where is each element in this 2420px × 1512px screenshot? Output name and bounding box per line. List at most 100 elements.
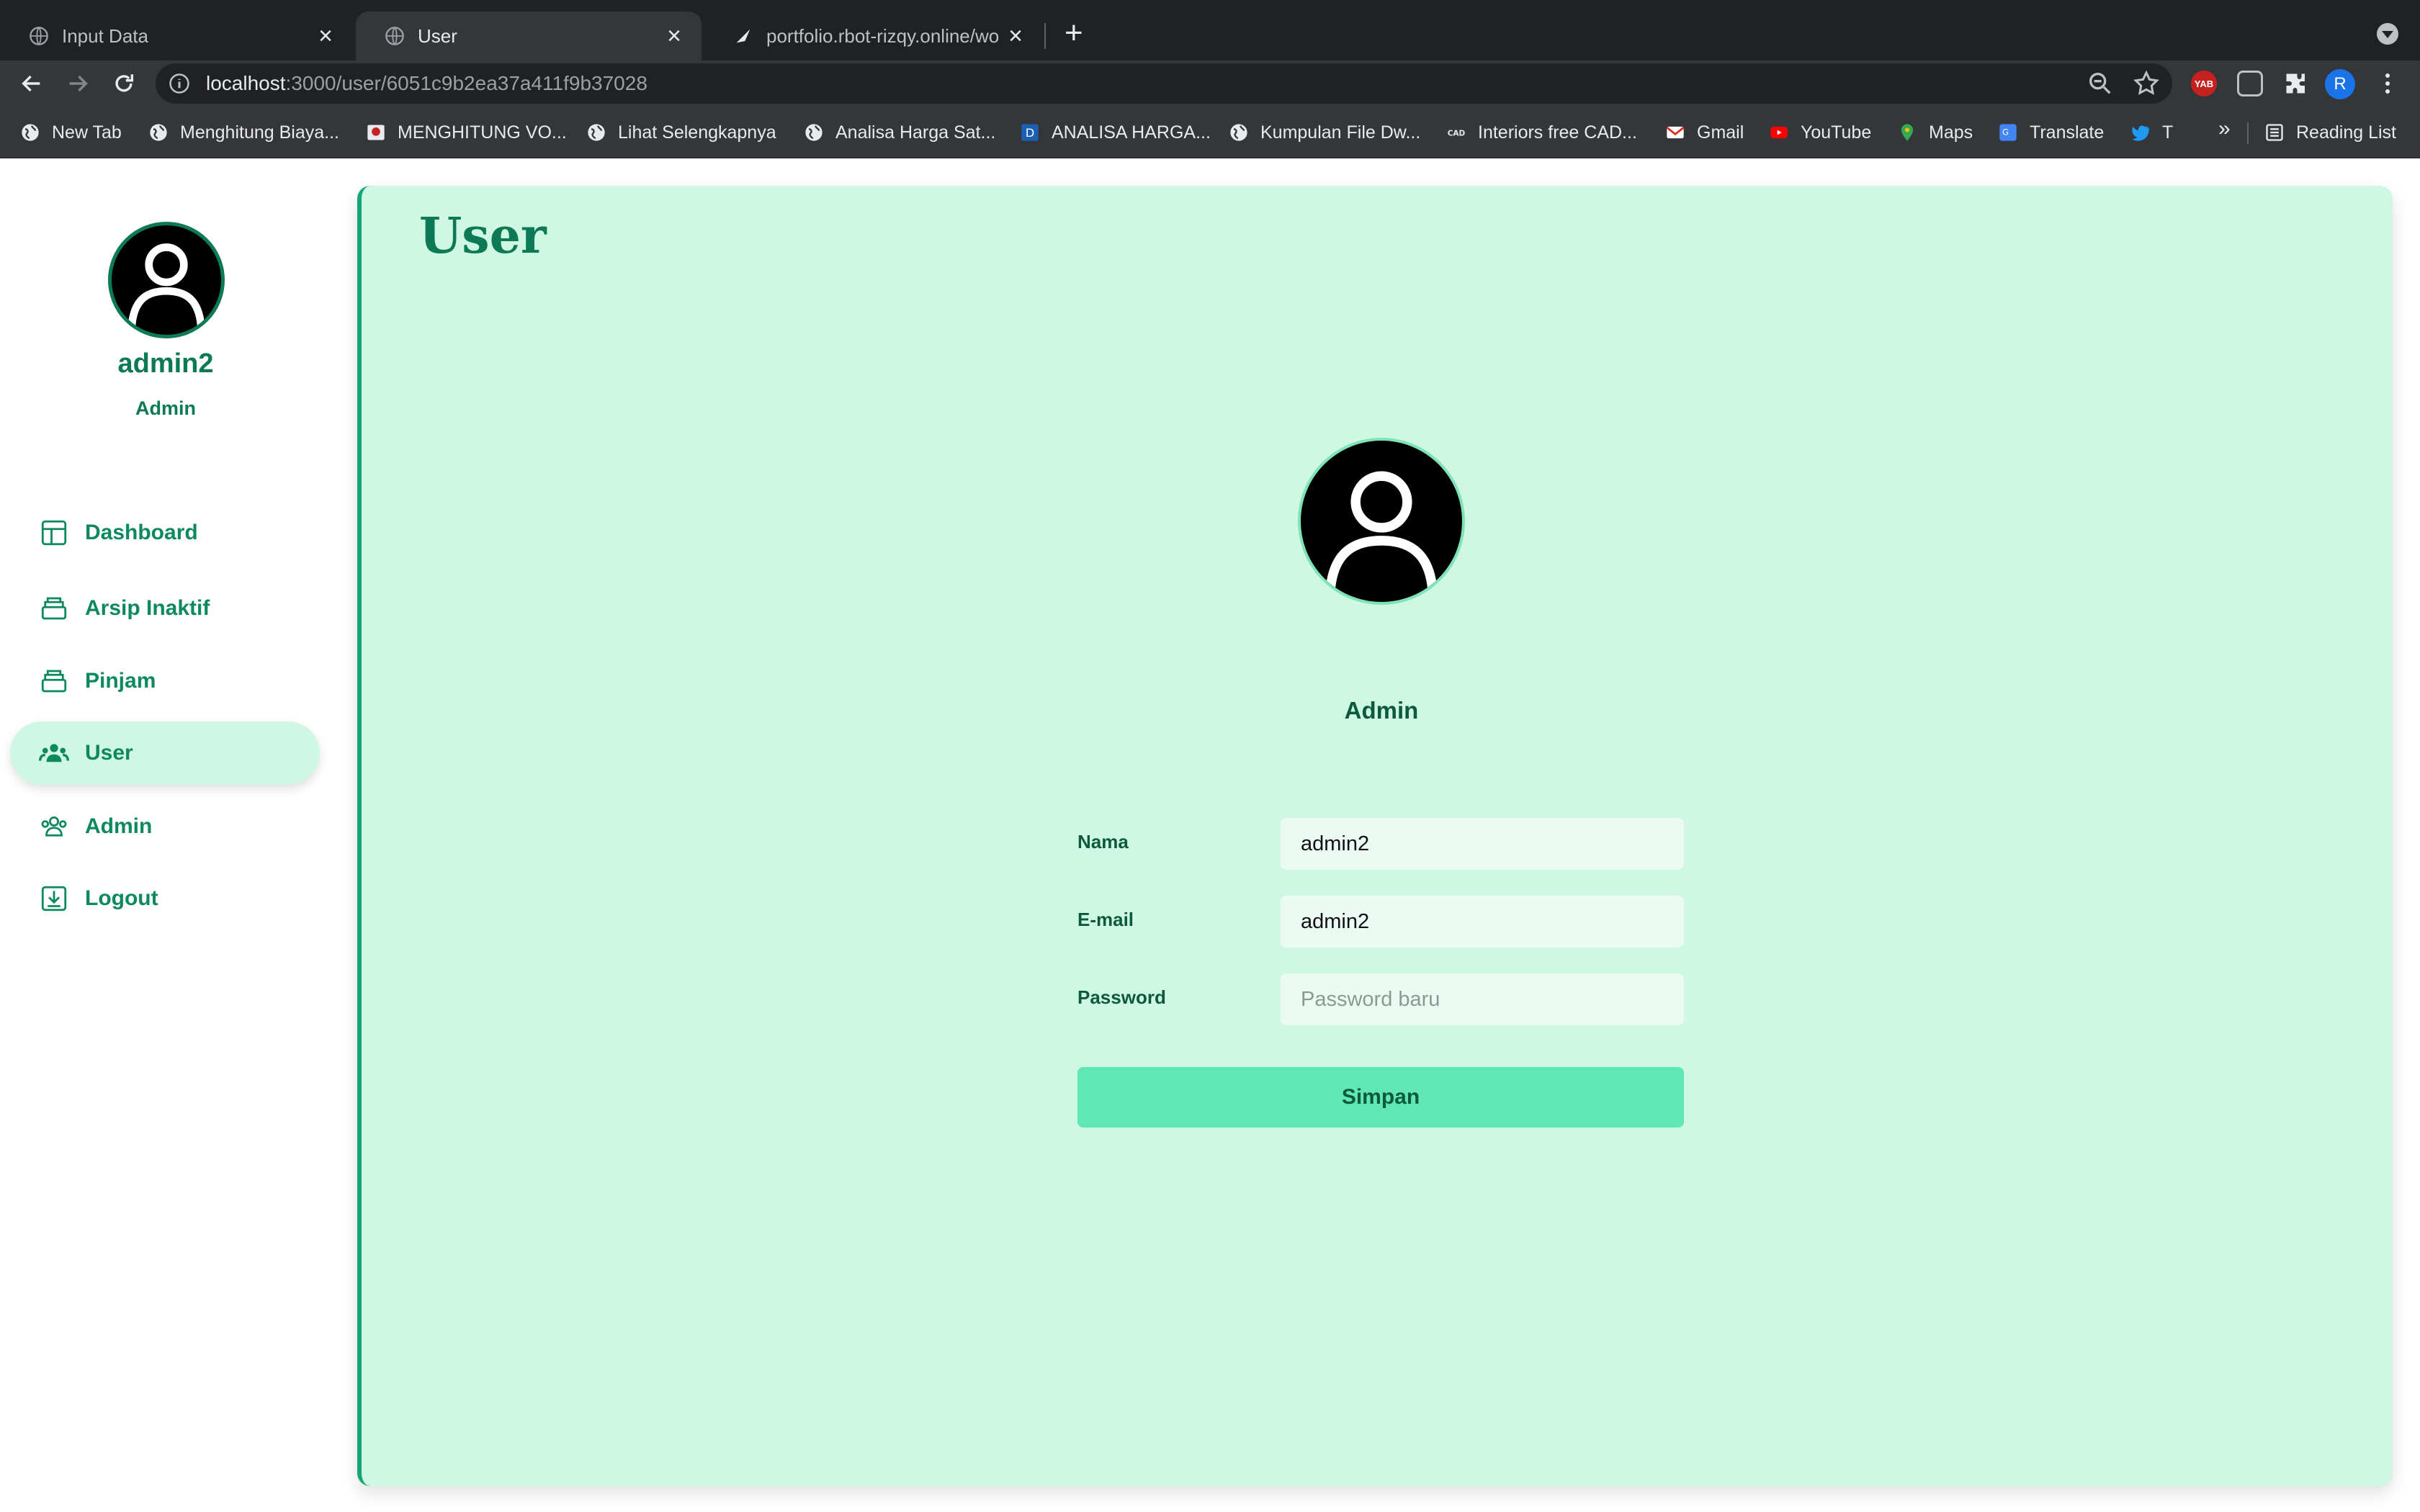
- bookmark-analisa-harga-sat[interactable]: Analisa Harga Sat...: [804, 118, 995, 147]
- address-bar[interactable]: localhost :3000/user/6051c9b2ea37a411f9b…: [156, 63, 2172, 104]
- bookmark-lihat-selengkapnya[interactable]: Lihat Selengkapnya: [586, 118, 776, 147]
- page-title: User: [419, 207, 547, 265]
- bookmark-twitter[interactable]: T: [2130, 118, 2173, 147]
- globe-icon: [805, 124, 823, 141]
- star-icon[interactable]: [2132, 69, 2161, 98]
- user-panel: User Admin Nama E-mail Password Simpan: [357, 186, 2393, 1486]
- gmail-icon: [1666, 126, 1685, 139]
- bookmark-youtube[interactable]: YouTube: [1769, 118, 1871, 147]
- cad-icon: CAD: [1448, 130, 1466, 138]
- bookmark-label: Lihat Selengkapnya: [618, 122, 776, 143]
- arrow-left-icon: [22, 75, 40, 92]
- sidebar-item-label: Dashboard: [85, 521, 198, 544]
- password-field[interactable]: [1281, 973, 1684, 1025]
- camera-extension-icon[interactable]: [2237, 71, 2263, 96]
- bookmark-new-tab[interactable]: New Tab: [20, 118, 122, 147]
- archive-icon: [41, 597, 67, 620]
- new-tab-button[interactable]: +: [1065, 17, 1083, 49]
- pen-icon: [736, 29, 750, 43]
- bookmark-kumpulan-file[interactable]: Kumpulan File Dw...: [1229, 118, 1420, 147]
- bookmark-label: YouTube: [1801, 122, 1872, 143]
- url-host: localhost: [206, 72, 286, 94]
- sidebar-item-arsip-inaktif[interactable]: Arsip Inaktif: [10, 577, 320, 640]
- zoom-icon[interactable]: [2086, 69, 2115, 98]
- bookmark-label: Analisa Harga Sat...: [835, 122, 996, 143]
- translate-icon: G: [1999, 124, 2017, 141]
- globe-icon: [385, 27, 404, 45]
- back-button[interactable]: [14, 66, 49, 101]
- bookmark-label: ANALISA HARGA...: [1052, 122, 1211, 143]
- bookmark-label: Translate: [2030, 122, 2105, 143]
- bookmark-label: Interiors free CAD...: [1478, 122, 1637, 143]
- bookmark-maps[interactable]: Maps: [1897, 118, 1973, 147]
- bookmark-menghitung-vo[interactable]: MENGHITUNG VO...: [366, 118, 567, 147]
- tab-search-icon[interactable]: [2377, 23, 2398, 45]
- close-tab-icon[interactable]: ×: [318, 24, 333, 48]
- reload-icon: [115, 74, 134, 92]
- email-field[interactable]: [1281, 896, 1684, 948]
- tab-title: User: [418, 24, 457, 47]
- tab-user[interactable]: User ×: [356, 12, 702, 60]
- bookmark-label: Kumpulan File Dw...: [1260, 122, 1421, 143]
- reading-list-label: Reading List: [2296, 122, 2396, 143]
- close-tab-icon[interactable]: ×: [667, 24, 681, 48]
- bookmark-translate[interactable]: G Translate: [1998, 118, 2104, 147]
- browser-menu-icon[interactable]: [2377, 69, 2398, 98]
- tab-title: portfolio.rbot-rizqy.online/work: [766, 24, 1000, 47]
- bookmark-label: MENGHITUNG VO...: [398, 122, 567, 143]
- maps-icon: [1901, 124, 1914, 141]
- reading-list-button[interactable]: Reading List: [2264, 118, 2396, 147]
- bookmark-label: T: [2162, 122, 2174, 143]
- info-icon[interactable]: [169, 73, 190, 94]
- sidebar-item-pinjam[interactable]: Pinjam: [10, 649, 320, 713]
- sidebar-item-dashboard[interactable]: Dashboard: [10, 501, 320, 564]
- forward-button[interactable]: [60, 66, 95, 101]
- bookmarks-divider: [2247, 122, 2249, 144]
- arrow-right-icon: [69, 75, 88, 92]
- sidebar-item-logout[interactable]: Logout: [10, 867, 320, 930]
- svg-text:D: D: [1026, 126, 1035, 140]
- sidebar-item-admin[interactable]: Admin: [10, 795, 320, 858]
- reading-list-icon: [2266, 124, 2283, 141]
- bookmark-analisa-harga[interactable]: D ANALISA HARGA...: [1020, 118, 1211, 147]
- sidebar-item-label: Arsip Inaktif: [85, 596, 210, 620]
- puzzle-icon[interactable]: [2283, 71, 2309, 96]
- tab-title: Input Data: [62, 24, 148, 47]
- archive-icon: [41, 670, 67, 693]
- yab-extension-icon[interactable]: YAB: [2191, 71, 2217, 96]
- bookmark-gmail[interactable]: Gmail: [1665, 118, 1744, 147]
- tab-portfolio[interactable]: portfolio.rbot-rizqy.online/work ×: [704, 12, 1043, 60]
- sidebar-item-user[interactable]: User: [10, 721, 320, 785]
- tab-input-data[interactable]: Input Data ×: [0, 12, 353, 60]
- users-icon: [39, 744, 69, 762]
- site-icon: [367, 125, 385, 140]
- tab-divider: [1044, 23, 1046, 49]
- email-label: E-mail: [1077, 909, 1134, 930]
- nama-field[interactable]: [1281, 818, 1684, 870]
- profile-avatar[interactable]: R: [2325, 69, 2355, 99]
- svg-text:CAD: CAD: [1448, 130, 1466, 138]
- user-avatar-icon: [127, 243, 205, 335]
- avatar: [1298, 438, 1465, 605]
- profile-role: Admin: [1344, 697, 1419, 724]
- sidebar-item-label: Logout: [85, 886, 158, 910]
- save-button[interactable]: Simpan: [1077, 1067, 1684, 1128]
- admins-icon: [41, 816, 67, 837]
- sidebar: admin2 Admin Dashboard Arsip Inaktif Pin…: [0, 160, 339, 1512]
- bookmark-menghitung-biaya[interactable]: Menghitung Biaya...: [148, 118, 339, 147]
- reload-button[interactable]: [107, 66, 141, 101]
- sidebar-username: admin2: [117, 348, 214, 379]
- more-bookmarks-button[interactable]: »: [2218, 117, 2231, 141]
- bookmark-label: Maps: [1929, 122, 1973, 143]
- close-tab-icon[interactable]: ×: [1008, 24, 1023, 48]
- sidebar-item-label: Pinjam: [85, 669, 156, 693]
- bookmark-interiors-cad[interactable]: CAD Interiors free CAD...: [1446, 118, 1637, 147]
- twitter-icon: [2132, 125, 2149, 141]
- bookmark-label: Menghitung Biaya...: [180, 122, 339, 143]
- globe-icon: [22, 124, 39, 141]
- globe-icon: [30, 27, 48, 45]
- logout-icon: [41, 886, 67, 912]
- bookmark-label: Gmail: [1697, 122, 1744, 143]
- bookmark-label: New Tab: [52, 122, 122, 143]
- youtube-icon: [1770, 126, 1788, 139]
